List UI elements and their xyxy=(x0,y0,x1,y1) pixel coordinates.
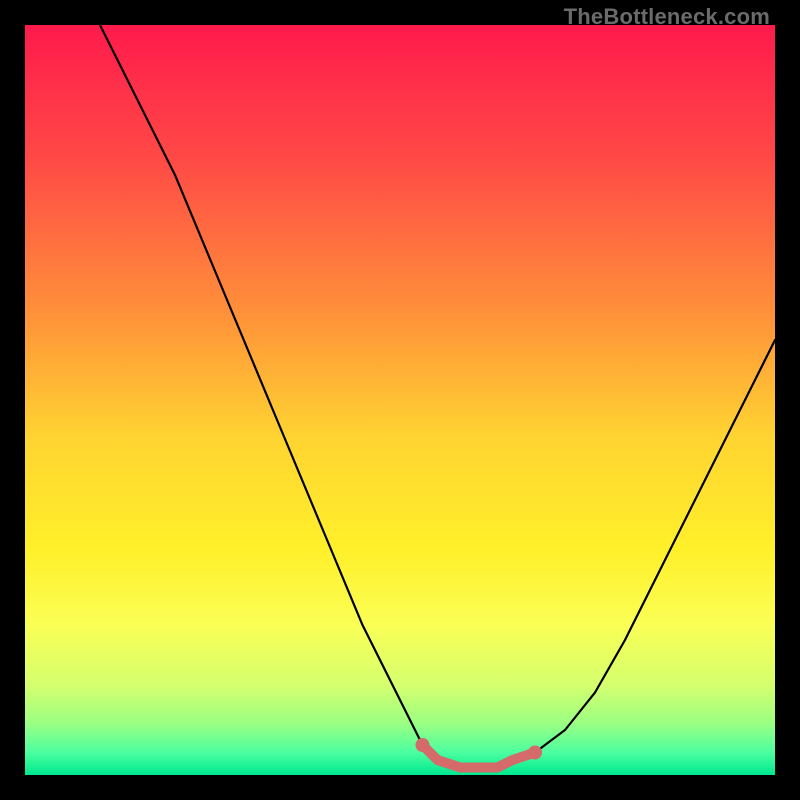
gradient-background xyxy=(25,25,775,775)
plot-area xyxy=(25,25,775,775)
chart-frame: TheBottleneck.com xyxy=(0,0,800,800)
